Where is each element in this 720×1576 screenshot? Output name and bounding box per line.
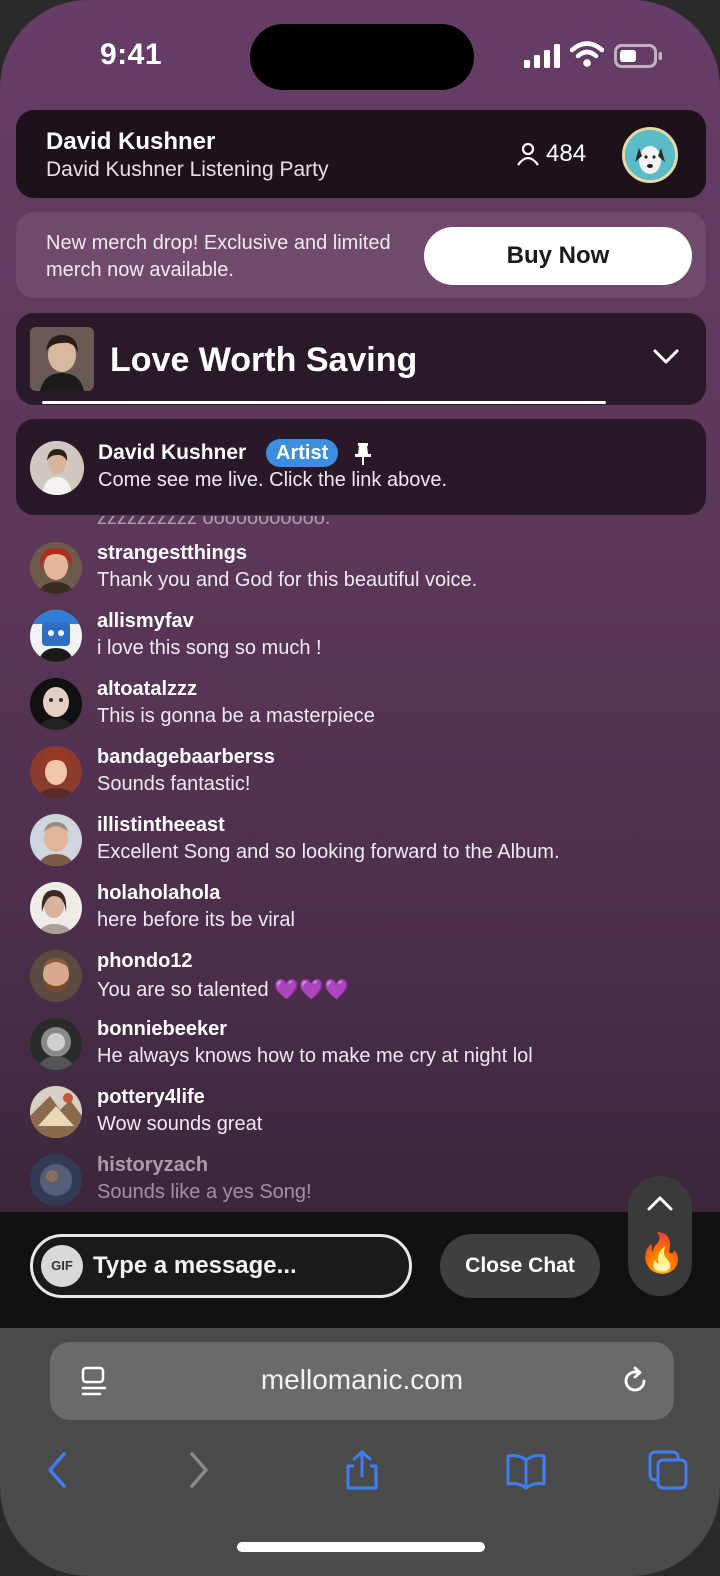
chat-username: bonniebeeker bbox=[97, 1018, 228, 1040]
user-avatar bbox=[30, 1086, 82, 1138]
artist-avatar[interactable] bbox=[622, 127, 678, 183]
message-input-wrapper: GIF bbox=[30, 1234, 412, 1298]
wifi-icon bbox=[570, 41, 604, 67]
chat-message: bonniebeeker He always knows how to make… bbox=[0, 1014, 720, 1082]
buy-now-button[interactable]: Buy Now bbox=[424, 227, 692, 285]
chat-message: altoatalzzz This is gonna be a masterpie… bbox=[0, 674, 720, 742]
chat-text: Wow sounds great bbox=[97, 1113, 263, 1135]
event-header: David Kushner David Kushner Listening Pa… bbox=[16, 110, 706, 198]
user-avatar bbox=[30, 610, 82, 662]
person-icon bbox=[517, 142, 539, 166]
chat-text: He always knows how to make me cry at ni… bbox=[97, 1045, 533, 1067]
browser-toolbar bbox=[0, 1440, 720, 1496]
battery-icon bbox=[614, 44, 662, 68]
viewer-count-value: 484 bbox=[546, 140, 587, 167]
chat-text: Excellent Song and so looking forward to… bbox=[97, 841, 560, 863]
bookmarks-icon[interactable] bbox=[506, 1450, 546, 1490]
chat-composer: GIF Close Chat bbox=[0, 1212, 720, 1328]
browser-chrome: mellomanic.com bbox=[0, 1328, 720, 1576]
tabs-icon[interactable] bbox=[648, 1450, 688, 1490]
artist-photo-icon bbox=[30, 441, 84, 495]
pinned-avatar bbox=[30, 441, 84, 495]
user-avatar bbox=[30, 542, 82, 594]
user-avatar bbox=[30, 1018, 82, 1070]
pinned-username: David Kushner bbox=[98, 441, 247, 464]
artist-photo-icon bbox=[30, 327, 94, 391]
chat-username: pottery4life bbox=[97, 1086, 205, 1108]
chat-message: holaholahola here before its be viral bbox=[0, 878, 720, 946]
status-bar: 9:41 bbox=[0, 0, 720, 100]
chat-message: pottery4life Wow sounds great bbox=[0, 1082, 720, 1150]
chat-message: illistintheeast Excellent Song and so lo… bbox=[0, 810, 720, 878]
pinned-message: David Kushner Artist Come see me live. C… bbox=[16, 419, 706, 515]
user-avatar bbox=[30, 746, 82, 798]
chat-text: This is gonna be a masterpiece bbox=[97, 705, 375, 727]
chat-username: phondo12 bbox=[97, 950, 193, 972]
song-artwork bbox=[30, 327, 94, 391]
user-avatar bbox=[30, 950, 82, 1002]
dog-illustration-icon bbox=[625, 130, 675, 180]
gif-button[interactable]: GIF bbox=[41, 1245, 83, 1287]
pinned-text: Come see me live. Click the link above. bbox=[98, 469, 448, 491]
artist-name: David Kushner bbox=[46, 128, 216, 155]
chat-message: bandagebaarberss Sounds fantastic! bbox=[0, 742, 720, 810]
artist-badge: Artist bbox=[266, 439, 339, 467]
user-avatar bbox=[30, 678, 82, 730]
merch-banner: New merch drop! Exclusive and limited me… bbox=[16, 212, 706, 298]
user-avatar bbox=[30, 1154, 82, 1206]
user-avatar bbox=[30, 814, 82, 866]
forward-icon[interactable] bbox=[178, 1450, 218, 1490]
chevron-down-icon[interactable] bbox=[652, 347, 680, 367]
chat-username: illistintheeast bbox=[97, 814, 225, 836]
chat-username: holaholahola bbox=[97, 882, 221, 904]
chat-message: historyzach Sounds like a yes Song! bbox=[0, 1150, 720, 1218]
dynamic-island bbox=[250, 24, 474, 90]
back-icon[interactable] bbox=[38, 1450, 78, 1490]
chat-text: Sounds like a yes Song! bbox=[97, 1181, 312, 1203]
chat-text: i love this song so much ! bbox=[97, 637, 322, 659]
address-bar[interactable]: mellomanic.com bbox=[50, 1342, 674, 1420]
chat-username: strangestthings bbox=[97, 542, 248, 564]
chat-text: Thank you and God for this beautiful voi… bbox=[97, 569, 478, 591]
cellular-signal-icon bbox=[524, 44, 560, 68]
song-progress-bar bbox=[42, 401, 606, 404]
event-name: David Kushner Listening Party bbox=[46, 158, 329, 181]
reload-icon[interactable] bbox=[620, 1366, 650, 1396]
chat-text: here before its be viral bbox=[97, 909, 295, 931]
message-input[interactable] bbox=[93, 1247, 393, 1285]
chat-message: strangestthings Thank you and God for th… bbox=[0, 538, 720, 606]
phone-screen: 9:41 David Kushner David Kushner Listeni… bbox=[0, 0, 720, 1576]
viewer-count: 484 bbox=[516, 140, 586, 168]
fire-reaction-icon[interactable]: 🔥 bbox=[638, 1232, 685, 1276]
chat-username: altoatalzzz bbox=[97, 678, 198, 700]
chat-username: historyzach bbox=[97, 1154, 209, 1176]
chevron-up-icon[interactable] bbox=[646, 1194, 674, 1212]
reaction-control[interactable]: 🔥 bbox=[628, 1176, 692, 1296]
song-title: Love Worth Saving bbox=[110, 341, 418, 379]
user-avatar bbox=[30, 882, 82, 934]
status-time: 9:41 bbox=[100, 38, 163, 71]
share-icon[interactable] bbox=[342, 1450, 382, 1490]
chat-text: Sounds fantastic! bbox=[97, 773, 251, 795]
pin-icon bbox=[355, 443, 371, 465]
chat-text: You are so talented 💜💜💜 bbox=[97, 979, 349, 1001]
url-text: mellomanic.com bbox=[260, 1364, 464, 1395]
chat-message: phondo12 You are so talented 💜💜💜 bbox=[0, 946, 720, 1014]
chat-username: allismyfav bbox=[97, 610, 194, 632]
now-playing-card[interactable]: Love Worth Saving bbox=[16, 313, 706, 405]
chat-username: bandagebaarberss bbox=[97, 746, 275, 768]
chat-message: allismyfav i love this song so much ! bbox=[0, 606, 720, 674]
merch-text: New merch drop! Exclusive and limited me… bbox=[46, 232, 391, 281]
home-indicator bbox=[237, 1542, 485, 1552]
close-chat-button[interactable]: Close Chat bbox=[440, 1234, 600, 1298]
